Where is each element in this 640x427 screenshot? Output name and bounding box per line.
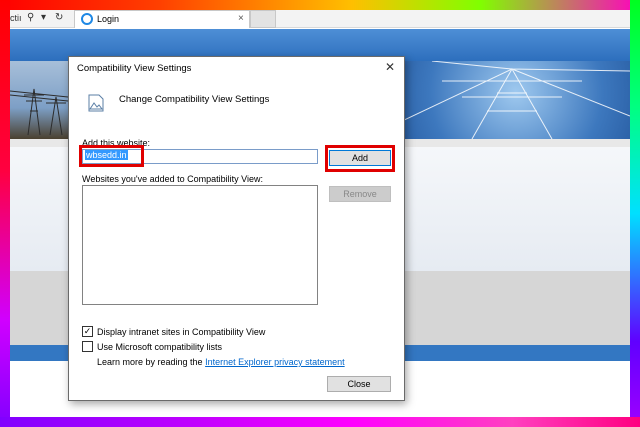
close-button[interactable]: Close bbox=[327, 376, 391, 392]
chevron-down-icon[interactable]: ▾ bbox=[41, 12, 46, 24]
tab-login[interactable]: Login × bbox=[74, 10, 250, 28]
privacy-statement-link[interactable]: Internet Explorer privacy statement bbox=[205, 357, 345, 367]
close-icon[interactable]: ✕ bbox=[385, 60, 395, 74]
refresh-icon[interactable]: ↻ bbox=[55, 12, 63, 24]
image-icon bbox=[88, 94, 104, 112]
search-icon[interactable]: ⚲ bbox=[27, 12, 34, 24]
tab-close-icon[interactable]: × bbox=[238, 13, 244, 24]
browser-screen: ctiı ⚲ ▾ ↻ Login × Compatibility View Se… bbox=[10, 10, 630, 417]
new-tab-button[interactable] bbox=[250, 10, 276, 28]
site-list[interactable] bbox=[82, 185, 318, 305]
intranet-option-label: Display intranet sites in Compatibility … bbox=[97, 327, 266, 337]
site-list-label: Websites you've added to Compatibility V… bbox=[82, 174, 263, 184]
learn-more-text: Learn more by reading the Internet Explo… bbox=[97, 357, 345, 367]
dialog-header: Change Compatibility View Settings bbox=[119, 94, 270, 105]
pylon-graphic bbox=[10, 88, 69, 136]
intranet-checkbox[interactable]: ✓ bbox=[82, 326, 93, 337]
ms-lists-checkbox[interactable] bbox=[82, 341, 93, 352]
ie-logo-icon bbox=[81, 13, 93, 25]
highlight-box-input bbox=[79, 145, 144, 167]
tower-graphic bbox=[401, 60, 630, 140]
rainbow-frame-top bbox=[0, 0, 640, 10]
ms-lists-option-label: Use Microsoft compatibility lists bbox=[97, 342, 223, 352]
address-bar[interactable]: ctiı bbox=[10, 13, 22, 23]
compatibility-view-dialog: Compatibility View Settings ✕ Change Com… bbox=[68, 56, 405, 401]
checkmark-icon: ✓ bbox=[83, 326, 92, 336]
rainbow-frame-right bbox=[630, 0, 640, 427]
browser-toolbar: ctiı ⚲ ▾ ↻ Login × bbox=[10, 10, 630, 28]
banner-image-pylons bbox=[10, 61, 69, 139]
highlight-box-add bbox=[325, 145, 395, 172]
remove-button[interactable]: Remove bbox=[329, 186, 391, 202]
rainbow-frame-bottom bbox=[0, 417, 640, 427]
rainbow-frame-left bbox=[0, 0, 10, 427]
banner-image-tower bbox=[401, 60, 630, 140]
learn-more-prefix: Learn more by reading the bbox=[97, 357, 206, 367]
dialog-title: Compatibility View Settings bbox=[77, 63, 192, 74]
tab-title: Login bbox=[97, 14, 120, 24]
